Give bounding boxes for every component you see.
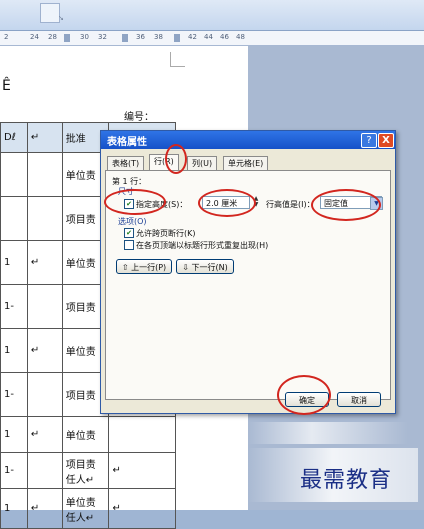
table-cell[interactable]: 1: [0, 328, 28, 373]
table-cell[interactable]: 项目责任人↵: [61, 452, 110, 489]
ribbon-toolbar: ↘: [0, 0, 424, 31]
ruler-tick: 2: [4, 33, 9, 41]
close-button[interactable]: X: [378, 133, 394, 148]
ruler-tick: 32: [98, 33, 107, 41]
ruler-marker-icon[interactable]: [64, 34, 70, 42]
number-label: 编号：: [124, 112, 154, 123]
table-cell[interactable]: ↵: [26, 240, 63, 285]
table-cell[interactable]: 1-: [0, 372, 28, 417]
table-cell[interactable]: [0, 196, 28, 241]
table-cell[interactable]: 1: [0, 488, 28, 529]
ruler-tick: 28: [48, 33, 57, 41]
ribbon-group-button[interactable]: [40, 3, 60, 23]
table-cell[interactable]: ↵: [108, 488, 176, 529]
table-cell[interactable]: ↵: [26, 488, 63, 529]
ruler-marker-icon[interactable]: [122, 34, 128, 42]
options-group-label: 选项(O): [118, 217, 147, 226]
tab-table[interactable]: 表格(T): [107, 156, 145, 170]
table-cell[interactable]: [26, 284, 63, 329]
down-arrow-icon: ⇩: [182, 263, 189, 272]
help-button[interactable]: ?: [361, 133, 377, 148]
annotation-circle: [198, 189, 256, 217]
ruler-tick: 44: [204, 33, 213, 41]
previous-row-button[interactable]: ⇧ 上一行(P): [116, 259, 172, 274]
table-cell[interactable]: 1-: [0, 452, 28, 489]
next-row-button[interactable]: ⇩ 下一行(N): [176, 259, 234, 274]
annotation-circle: [311, 189, 381, 221]
table-cell[interactable]: [26, 372, 63, 417]
ruler-tick: 38: [154, 33, 163, 41]
previous-row-label: 上一行(P): [131, 263, 167, 272]
up-arrow-icon: ⇧: [121, 263, 129, 272]
ruler-tick: 48: [236, 33, 245, 41]
table-cell[interactable]: ↵: [26, 122, 63, 153]
annotation-circle: [104, 189, 166, 215]
table-cell[interactable]: 单位责: [61, 416, 110, 453]
repeat-header-checkbox[interactable]: [124, 240, 134, 250]
table-cell[interactable]: 单位责任人↵: [61, 488, 110, 529]
row-height-mode-label: 行高值是(I)：: [266, 200, 315, 209]
table-cell[interactable]: [26, 452, 63, 489]
dialog-title: 表格属性: [107, 137, 147, 148]
annotation-circle: [165, 144, 187, 174]
ruler-tick: 42: [188, 33, 197, 41]
table-cell[interactable]: 1-: [0, 284, 28, 329]
table-cell[interactable]: ↵: [26, 416, 63, 453]
horizontal-ruler[interactable]: 2 24 28 30 32 36 38 42 44 46 48: [0, 31, 424, 46]
ruler-marker-icon[interactable]: [174, 34, 180, 42]
tab-cell[interactable]: 单元格(E): [223, 156, 269, 170]
ruler-tick: 30: [80, 33, 89, 41]
dialog-title-bar[interactable]: 表格属性 ? X: [101, 131, 395, 149]
table-cell[interactable]: [108, 416, 176, 453]
table-cell[interactable]: [0, 152, 28, 197]
document-heading-fragment: Ê: [2, 78, 11, 94]
table-cell[interactable]: Dℓ: [0, 122, 28, 153]
table-properties-dialog[interactable]: 表格属性 ? X 表格(T) 行(R) 列(U) 单元格(E) 第 1 行： 尺…: [100, 130, 396, 415]
tab-column[interactable]: 列(U): [187, 156, 218, 170]
table-cell[interactable]: 1: [0, 240, 28, 285]
margin-corner-mark: [170, 52, 185, 67]
cancel-button[interactable]: 取消: [337, 392, 381, 407]
repeat-header-label: 在各页顶端以标题行形式重复出现(H): [136, 241, 269, 250]
table-cell[interactable]: ↵: [26, 328, 63, 373]
ruler-tick: 36: [136, 33, 145, 41]
next-row-label: 下一行(N): [191, 263, 228, 272]
table-cell[interactable]: ↵: [108, 452, 176, 489]
ruler-tick: 46: [220, 33, 229, 41]
table-cell[interactable]: 1: [0, 416, 28, 453]
dialog-launcher-icon[interactable]: ↘: [58, 14, 64, 22]
allow-break-checkbox[interactable]: ✔: [124, 228, 134, 238]
ruler-tick: 24: [30, 33, 39, 41]
table-cell[interactable]: [26, 196, 63, 241]
watermark-logo: 最需教育: [300, 468, 393, 493]
annotation-circle: [277, 375, 331, 415]
allow-break-label: 允许跨页断行(K): [136, 229, 196, 238]
table-cell[interactable]: [26, 152, 63, 197]
brush-stroke: [248, 422, 408, 444]
